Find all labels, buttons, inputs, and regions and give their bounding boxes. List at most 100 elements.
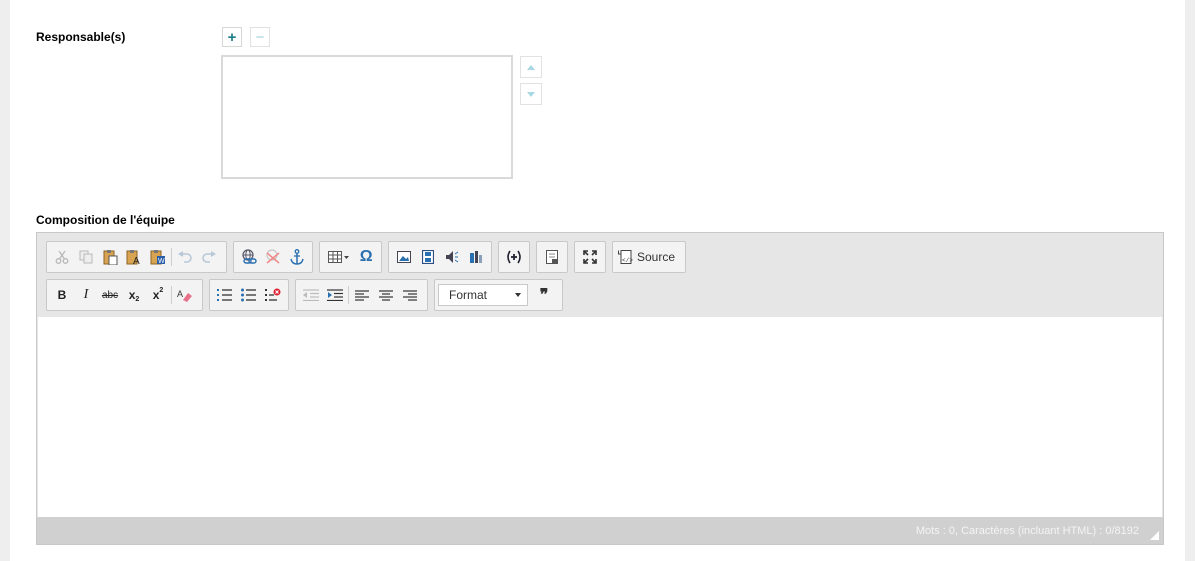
placeholder-button[interactable] [502, 245, 526, 269]
format-dropdown-label: Format [449, 288, 488, 302]
book-icon [470, 251, 482, 263]
link-button[interactable] [237, 245, 261, 269]
undo-icon [178, 251, 192, 263]
numbered-list-icon [217, 289, 232, 301]
italic-button[interactable]: I [74, 283, 98, 307]
link-group [233, 241, 313, 273]
subscript-mark: 2 [135, 295, 140, 303]
flash-button[interactable] [464, 245, 488, 269]
clipboard-text-icon: A [126, 250, 140, 265]
resize-handle-icon[interactable] [1150, 531, 1159, 540]
redo-icon [202, 251, 216, 263]
form-page: Responsable(s) + − Composition de l'équi… [10, 0, 1185, 561]
source-button[interactable]: </> Source [616, 245, 677, 269]
special-char-button[interactable]: Ω [354, 245, 378, 269]
word-count-text: Mots : 0, Caractères (incluant HTML) : 0… [915, 525, 1139, 537]
expand-icon [583, 250, 597, 264]
add-responsable-button[interactable]: + [222, 27, 242, 47]
strike-button[interactable]: abc [98, 283, 122, 307]
paste-text-button[interactable]: A [122, 245, 146, 269]
scissors-icon [55, 250, 69, 264]
plus-icon: + [227, 28, 237, 46]
maximize-button[interactable] [578, 245, 602, 269]
superscript-mark: 2 [159, 286, 164, 294]
source-label: Source [637, 250, 676, 264]
separator [171, 248, 172, 266]
copy-button[interactable] [74, 245, 98, 269]
align-center-icon [379, 289, 393, 301]
image-icon [397, 251, 411, 263]
composition-label: Composition de l'équipe [36, 213, 175, 227]
subscript-button[interactable]: x2 [122, 283, 146, 307]
unlink-icon [266, 249, 280, 264]
subscript-base: x [128, 288, 136, 302]
indent-align-group [295, 279, 428, 311]
source-code-icon: </> [618, 249, 633, 264]
anchor-button[interactable] [285, 245, 309, 269]
align-left-button[interactable] [350, 283, 374, 307]
eraser-icon: A [177, 289, 192, 302]
undo-button[interactable] [173, 245, 197, 269]
align-right-button[interactable] [398, 283, 422, 307]
maximize-group [574, 241, 606, 273]
align-left-icon [355, 289, 369, 301]
clipboard-icon [103, 250, 118, 265]
table-icon [327, 251, 349, 263]
quote-icon: ❞ [539, 287, 549, 304]
lists-group [209, 279, 289, 311]
bold-button[interactable]: B [50, 283, 74, 307]
rich-text-editor: A W Ω </> Source B I abc x 2 x 2 A Forma… [36, 232, 1164, 545]
anchor-icon [290, 249, 304, 265]
move-down-button[interactable] [520, 83, 542, 105]
numbered-list-button[interactable] [213, 283, 237, 307]
svg-text:W: W [158, 258, 165, 265]
remove-format-button[interactable]: A [173, 283, 197, 307]
page-icon [546, 250, 558, 264]
chevron-down-icon [515, 293, 521, 297]
indent-icon [327, 289, 343, 301]
copy-icon [79, 250, 93, 264]
video-button[interactable] [416, 245, 440, 269]
audio-button[interactable] [440, 245, 464, 269]
minus-icon: − [255, 28, 265, 46]
cut-button[interactable] [50, 245, 74, 269]
editor-content-area[interactable] [38, 317, 1162, 517]
responsables-label: Responsable(s) [36, 30, 126, 44]
align-center-button[interactable] [374, 283, 398, 307]
paste-word-button[interactable]: W [146, 245, 170, 269]
bulleted-list-button[interactable] [237, 283, 261, 307]
arrow-up-icon [527, 64, 535, 70]
clipboard-word-icon: W [150, 250, 165, 265]
source-group: </> Source [612, 241, 686, 273]
arrow-down-icon [527, 91, 535, 97]
bulleted-list-icon [241, 288, 256, 302]
omega-icon: Ω [359, 248, 373, 265]
templates-button[interactable] [540, 245, 564, 269]
format-dropdown[interactable]: Format [438, 284, 528, 306]
remove-list-icon [265, 288, 281, 301]
remove-responsable-button[interactable]: − [250, 27, 270, 47]
outdent-button[interactable] [299, 283, 323, 307]
indent-button[interactable] [323, 283, 347, 307]
unlink-button[interactable] [261, 245, 285, 269]
image-button[interactable] [392, 245, 416, 269]
remove-list-button[interactable] [261, 283, 285, 307]
blockquote-button[interactable]: ❞ [532, 283, 556, 307]
table-button[interactable] [323, 245, 354, 269]
plus-circle-icon [507, 250, 521, 264]
templates-group [536, 241, 568, 273]
superscript-button[interactable]: x2 [146, 283, 170, 307]
move-up-button[interactable] [520, 56, 542, 78]
responsables-listbox[interactable] [221, 55, 513, 179]
link-icon [242, 249, 257, 264]
outdent-icon [303, 289, 319, 301]
superscript-base: x [152, 288, 160, 302]
redo-button[interactable] [197, 245, 221, 269]
placeholder-group [498, 241, 530, 273]
svg-text:A: A [133, 256, 140, 265]
media-group [388, 241, 492, 273]
separator [348, 286, 349, 304]
paste-button[interactable] [98, 245, 122, 269]
svg-text:A: A [177, 289, 183, 299]
align-right-icon [403, 289, 417, 301]
